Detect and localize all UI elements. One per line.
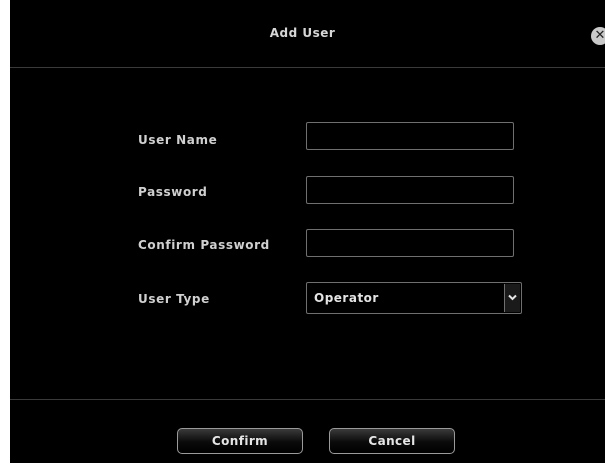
footer-divider — [10, 399, 605, 400]
user-type-select[interactable]: Operator — [306, 282, 522, 314]
user-type-value: Operator — [314, 291, 379, 305]
confirm-password-label: Confirm Password — [138, 238, 270, 252]
add-user-dialog: Add User ✕ User Name Password Confirm Pa… — [10, 0, 605, 463]
user-name-label: User Name — [138, 133, 218, 147]
user-type-label: User Type — [138, 292, 210, 306]
dialog-title: Add User — [269, 26, 336, 40]
confirm-button[interactable]: Confirm — [177, 428, 303, 454]
password-label: Password — [138, 185, 208, 199]
password-input[interactable] — [306, 176, 514, 204]
chevron-down-icon[interactable] — [504, 284, 520, 312]
dialog-header: Add User ✕ — [10, 0, 605, 68]
cancel-button[interactable]: Cancel — [329, 428, 455, 454]
confirm-password-input[interactable] — [306, 229, 514, 257]
user-name-input[interactable] — [306, 122, 514, 150]
close-icon[interactable]: ✕ — [591, 27, 605, 45]
